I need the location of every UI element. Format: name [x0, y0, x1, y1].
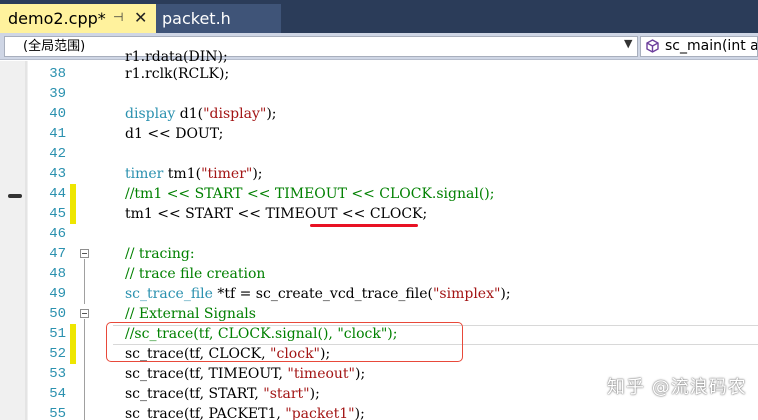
tab-demo2-cpp[interactable]: demo2.cpp* ⊣ ✕: [0, 4, 156, 33]
change-bar: [70, 184, 76, 204]
code-line[interactable]: 42: [0, 144, 758, 164]
close-icon[interactable]: ✕: [134, 8, 147, 27]
line-number: 47: [49, 246, 66, 262]
line-number: 43: [49, 166, 66, 182]
line-number: 39: [49, 86, 66, 102]
document-tab-bar: demo2.cpp* ⊣ ✕ packet.h: [0, 0, 758, 33]
annotation-box: [106, 322, 463, 362]
fold-guide: [84, 319, 85, 420]
change-bar: [70, 344, 76, 364]
code-line[interactable]: 55 sc_trace(tf, PACKET1, "packet1");: [0, 404, 758, 420]
change-bar: [70, 204, 76, 224]
line-number: 49: [49, 286, 66, 302]
fold-guide: [84, 259, 85, 304]
code-line[interactable]: 38 r1.rclk(RCLK);: [0, 64, 758, 84]
code-editor[interactable]: r1.rdata(DIN); 38 r1.rclk(RCLK); 39 40 d…: [0, 49, 758, 420]
code-text: r1.rclk(RCLK);: [125, 66, 230, 82]
code-text: sc_trace(tf, START, "start");: [125, 386, 320, 402]
code-text: sc_trace(tf, PACKET1, "packet1");: [125, 406, 365, 420]
line-number: 45: [49, 206, 66, 222]
code-text: // trace file creation: [125, 266, 266, 282]
code-text: //tm1 << START << TIMEOUT << CLOCK.signa…: [125, 186, 495, 202]
code-text: // External Signals: [125, 306, 256, 322]
line-number: 48: [49, 266, 66, 282]
code-line[interactable]: 40 display d1("display");: [0, 104, 758, 124]
line-number: 55: [49, 406, 66, 420]
line-number: 46: [49, 226, 66, 242]
line-number: 53: [49, 366, 66, 382]
line-number: 52: [49, 346, 66, 362]
tab-label: packet.h: [162, 9, 231, 28]
code-text: d1 << DOUT;: [125, 126, 224, 142]
code-text: sc_trace_file *tf = sc_create_vcd_trace_…: [125, 286, 511, 302]
code-text: timer tm1("timer");: [125, 166, 263, 182]
code-line[interactable]: 50 // External Signals: [0, 304, 758, 324]
line-number: 41: [49, 126, 66, 142]
line-number: 51: [49, 326, 66, 342]
code-line[interactable]: 49 sc_trace_file *tf = sc_create_vcd_tra…: [0, 284, 758, 304]
code-line[interactable]: 46: [0, 224, 758, 244]
collapse-icon[interactable]: [80, 309, 89, 318]
code-text: tm1 << START << TIMEOUT << CLOCK;: [125, 206, 428, 222]
code-line[interactable]: 47 // tracing:: [0, 244, 758, 264]
collapse-icon[interactable]: [80, 249, 89, 258]
watermark: 知乎 @流浪码农: [607, 377, 747, 398]
line-number: 44: [49, 186, 66, 202]
tab-packet-h[interactable]: packet.h: [156, 4, 281, 33]
code-line[interactable]: 44 //tm1 << START << TIMEOUT << CLOCK.si…: [0, 184, 758, 204]
code-text: display d1("display");: [125, 106, 277, 122]
change-bar: [70, 324, 76, 344]
code-text: // tracing:: [125, 246, 195, 262]
line-number: 42: [49, 146, 66, 162]
code-line[interactable]: 45 tm1 << START << TIMEOUT << CLOCK;: [0, 204, 758, 224]
line-number: 54: [49, 386, 66, 402]
tab-label: demo2.cpp*: [8, 9, 106, 28]
annotation-underline: [310, 224, 418, 227]
pin-icon[interactable]: ⊣: [113, 10, 123, 24]
code-text: sc_trace(tf, TIMEOUT, "timeout");: [125, 366, 366, 382]
line-number: 50: [49, 306, 66, 322]
code-line[interactable]: 48 // trace file creation: [0, 264, 758, 284]
line-number: 40: [49, 106, 66, 122]
code-line[interactable]: 43 timer tm1("timer");: [0, 164, 758, 184]
code-line[interactable]: 39: [0, 84, 758, 104]
line-number: 38: [49, 66, 66, 82]
code-line[interactable]: 41 d1 << DOUT;: [0, 124, 758, 144]
